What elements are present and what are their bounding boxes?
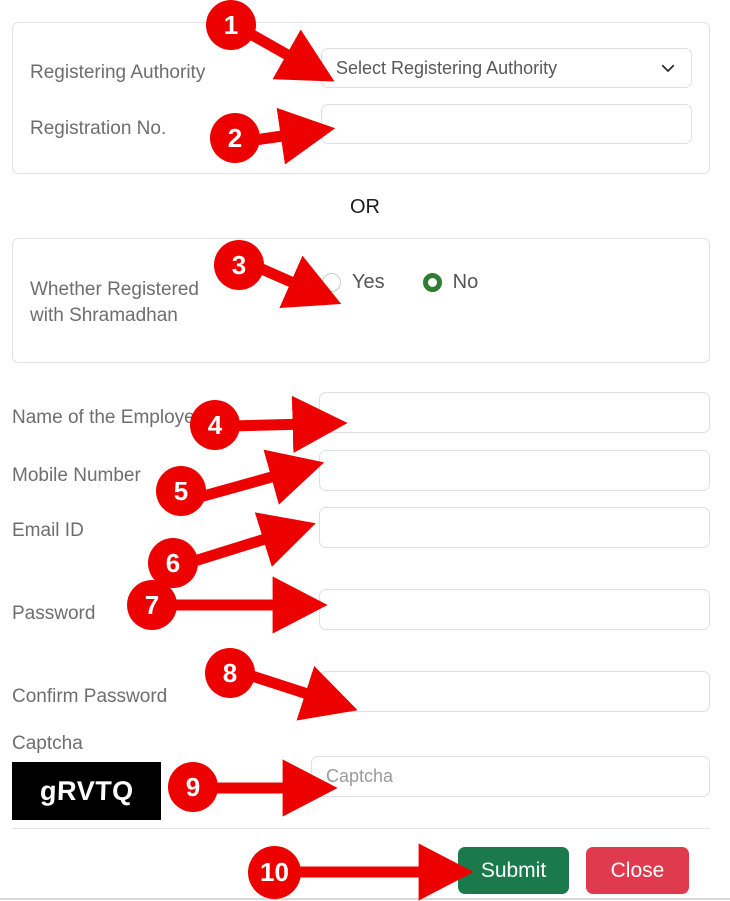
annotation-marker-10: 10 [248, 846, 301, 899]
radio-yes-label: Yes [352, 270, 385, 293]
shramadhan-radio-group: Yes No [322, 270, 478, 294]
email-id-label: Email ID [12, 520, 84, 541]
registration-form-page: Registering Authority Select Registering… [0, 0, 730, 901]
chevron-down-icon [659, 59, 677, 77]
radio-option-no[interactable]: No [422, 270, 479, 294]
password-label: Password [12, 603, 96, 624]
registration-authority-panel [12, 22, 710, 174]
registering-authority-label: Registering Authority [30, 62, 206, 83]
mobile-number-input[interactable] [319, 450, 710, 491]
password-input[interactable] [319, 589, 710, 630]
registration-no-label: Registration No. [30, 118, 167, 139]
annotation-marker-6: 6 [148, 538, 198, 588]
confirm-password-input[interactable] [319, 671, 710, 712]
radio-yes-dot[interactable] [322, 272, 341, 292]
footer-divider [12, 828, 710, 829]
captcha-input[interactable] [311, 756, 710, 797]
radio-no-dot[interactable] [422, 272, 442, 292]
registering-authority-value: Select Registering Authority [336, 57, 558, 78]
submit-button[interactable]: Submit [458, 847, 569, 894]
radio-option-yes[interactable]: Yes [322, 271, 385, 294]
refresh-icon[interactable] [169, 768, 213, 812]
mobile-number-label: Mobile Number [12, 465, 141, 486]
page-bottom-border [0, 898, 730, 900]
captcha-label: Captcha [12, 733, 83, 754]
registering-authority-select[interactable]: Select Registering Authority [321, 48, 692, 88]
employer-name-label: Name of the Employer [12, 407, 202, 428]
registration-no-input[interactable] [321, 104, 692, 144]
captcha-image-text: gRVTQ [39, 775, 134, 806]
captcha-image: gRVTQ [12, 762, 161, 820]
confirm-password-label: Confirm Password [12, 686, 168, 707]
shramadhan-label: Whether Registered with Shramadhan [30, 279, 199, 326]
employer-name-input[interactable] [319, 392, 710, 433]
close-button[interactable]: Close [586, 847, 689, 894]
email-id-input[interactable] [319, 507, 710, 548]
or-separator-label: OR [350, 196, 380, 218]
radio-no-label: No [452, 270, 479, 293]
